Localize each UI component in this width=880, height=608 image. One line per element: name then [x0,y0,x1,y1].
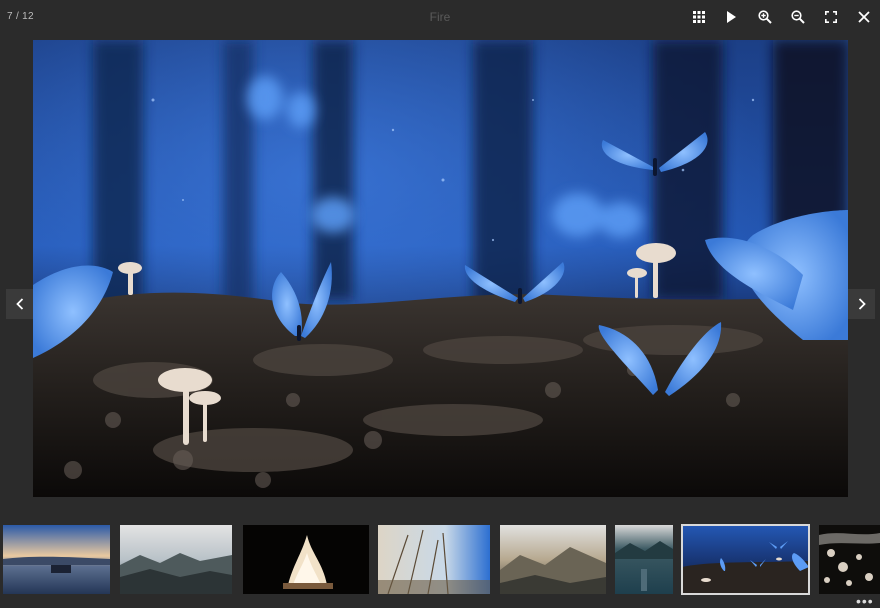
previous-button[interactable] [6,289,33,319]
zoom-in-button[interactable] [748,0,781,34]
top-bar: 7 / 12 Fire [0,0,880,34]
thumbnail-image [3,525,110,594]
thumbnail-image [243,525,369,594]
close-button[interactable] [847,0,880,34]
thumbnail-item[interactable] [3,525,110,594]
thumbnail-strip [0,524,880,596]
fullscreen-button[interactable] [814,0,847,34]
next-button[interactable] [848,289,875,319]
thumbnail-image [378,525,490,594]
butterflies-mushrooms-photo [33,40,848,497]
more-thumbnails-indicator[interactable]: ••• [856,594,874,608]
thumbnail-item[interactable] [500,525,606,594]
thumbnail-image [682,525,809,594]
zoom-out-button[interactable] [781,0,814,34]
play-icon [727,11,736,23]
thumbnail-image [500,525,606,594]
slideshow-play-button[interactable] [715,0,748,34]
thumbnail-image [120,525,232,594]
thumbnail-item[interactable] [120,525,232,594]
thumbnail-item[interactable] [615,525,673,594]
toolbar [682,0,880,34]
chevron-right-icon [858,298,866,310]
grid-icon [692,11,705,23]
zoom-out-icon [790,10,805,24]
fullscreen-icon [824,11,837,23]
thumbnail-item[interactable] [819,525,880,594]
grid-view-button[interactable] [682,0,715,34]
chevron-left-icon [15,298,23,310]
thumbnail-item[interactable] [243,525,369,594]
close-icon [857,11,870,23]
thumbnail-item-active[interactable] [681,524,810,595]
thumbnail-image [819,525,880,594]
zoom-in-icon [757,10,772,24]
image-viewer: 7 / 12 Fire ••• [0,0,880,608]
main-image[interactable] [33,40,848,497]
thumbnail-item[interactable] [378,525,490,594]
thumbnail-image [615,525,673,594]
